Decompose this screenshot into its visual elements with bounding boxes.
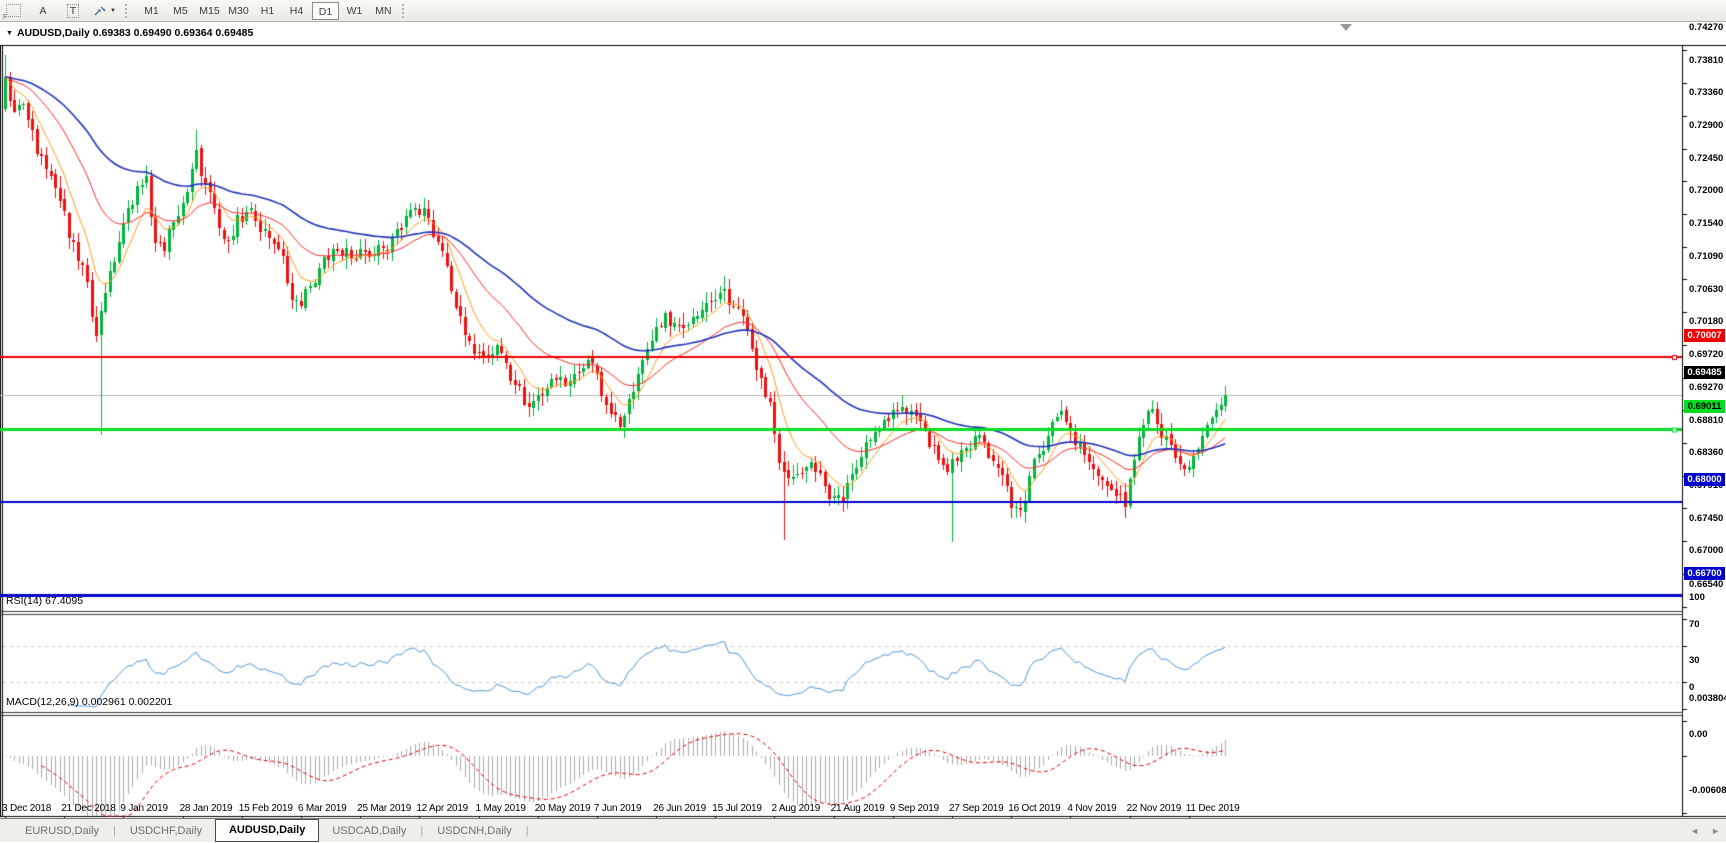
date-label: 25 Mar 2019 (357, 803, 411, 814)
price-tick-label: 0.73360 (1689, 87, 1723, 98)
price-tick-label: 0.71090 (1689, 251, 1723, 262)
rsi-tick-label: 30 (1689, 655, 1700, 666)
tab-scroll-left-button[interactable]: ◄ (1690, 826, 1699, 836)
chart-title: ▼ AUDUSD,Daily 0.69383 0.69490 0.69364 0.… (6, 27, 253, 39)
date-label: 22 Nov 2019 (1127, 803, 1182, 814)
price-level-tag: 0.66700 (1684, 567, 1725, 580)
date-label: 16 Oct 2019 (1008, 803, 1060, 814)
chart-title-text: AUDUSD,Daily 0.69383 0.69490 0.69364 0.6… (17, 27, 253, 39)
date-label: 26 Jun 2019 (653, 803, 706, 814)
price-tick-label: 0.71540 (1689, 218, 1723, 229)
price-level-tag: 0.69011 (1684, 400, 1725, 413)
price-tick-label: 0.67450 (1689, 513, 1723, 524)
macd-label: MACD(12,26,9) 0.002961 0.002201 (6, 696, 172, 708)
date-label: 28 Jan 2019 (180, 803, 233, 814)
date-label: 11 Dec 2019 (1186, 803, 1240, 814)
rsi-tick-label: 0 (1689, 682, 1694, 693)
date-label: 6 Mar 2019 (298, 803, 347, 814)
chart-shift-marker-icon[interactable] (1340, 24, 1352, 31)
rsi-label: RSI(14) 67.4095 (6, 595, 83, 607)
date-label: 7 Jun 2019 (594, 803, 642, 814)
title-marker-icon: ▼ (6, 30, 13, 37)
date-label: 9 Jan 2019 (120, 803, 168, 814)
date-label: 27 Sep 2019 (949, 803, 1004, 814)
chart-canvas[interactable] (0, 0, 1726, 842)
price-tick-label: 0.69270 (1689, 382, 1723, 393)
price-tick-label: 0.70180 (1689, 316, 1723, 327)
tab-eurusd[interactable]: EURUSD,Daily (12, 819, 112, 843)
price-tick-label: 0.72000 (1689, 185, 1723, 196)
tab-usdcad[interactable]: USDCAD,Daily (319, 819, 419, 843)
tab-divider: | (525, 825, 530, 837)
chart-tab-bar: EURUSD,Daily|USDCHF,DailyAUDUSD,DailyUSD… (0, 818, 1726, 842)
price-tick-label: 0.68810 (1689, 415, 1723, 426)
macd-tick-label: 0.003804 (1689, 693, 1726, 704)
date-label: 15 Feb 2019 (239, 803, 293, 814)
date-label: 21 Aug 2019 (831, 803, 885, 814)
tab-scroll-right-button[interactable]: ► (1711, 826, 1720, 836)
tab-audusd[interactable]: AUDUSD,Daily (215, 819, 319, 842)
chart-tabs: EURUSD,Daily|USDCHF,DailyAUDUSD,DailyUSD… (12, 819, 530, 843)
price-tick-label: 0.66540 (1689, 579, 1723, 590)
price-tick-label: 0.72450 (1689, 153, 1723, 164)
date-label: 21 Dec 2018 (61, 803, 116, 814)
date-label: 2 Aug 2019 (771, 803, 820, 814)
tab-scroll-arrows: ◄ ► (1690, 819, 1720, 843)
macd-tick-label: 0.00 (1689, 729, 1708, 740)
price-tick-label: 0.72900 (1689, 120, 1723, 131)
date-label: 4 Nov 2019 (1067, 803, 1116, 814)
mt4-terminal: { "icons": { "title_marker": "▼", "dropd… (0, 0, 1726, 842)
price-tick-label: 0.73810 (1689, 55, 1723, 66)
tab-usdchf[interactable]: USDCHF,Daily (117, 819, 215, 843)
tab-usdcnh[interactable]: USDCNH,Daily (424, 819, 525, 843)
rsi-tick-label: 100 (1689, 592, 1705, 603)
date-label: 3 Dec 2018 (2, 803, 51, 814)
price-tick-label: 0.74270 (1689, 22, 1723, 33)
date-label: 9 Sep 2019 (890, 803, 939, 814)
price-tick-label: 0.69720 (1689, 349, 1723, 360)
price-tick-label: 0.67000 (1689, 545, 1723, 556)
macd-tick-label: -0.006082 (1689, 785, 1726, 796)
date-label: 15 Jul 2019 (712, 803, 762, 814)
date-label: 1 May 2019 (476, 803, 526, 814)
price-tick-label: 0.68360 (1689, 447, 1723, 458)
price-tick-label: 0.70630 (1689, 284, 1723, 295)
price-level-tag: 0.68000 (1684, 473, 1725, 486)
rsi-tick-label: 70 (1689, 619, 1700, 630)
chart-window: ▼ AUDUSD,Daily 0.69383 0.69490 0.69364 0.… (0, 22, 1726, 818)
price-level-tag: 0.70007 (1684, 329, 1725, 342)
date-label: 12 Apr 2019 (416, 803, 468, 814)
current-price-tag: 0.69485 (1684, 366, 1725, 379)
date-label: 20 May 2019 (535, 803, 591, 814)
